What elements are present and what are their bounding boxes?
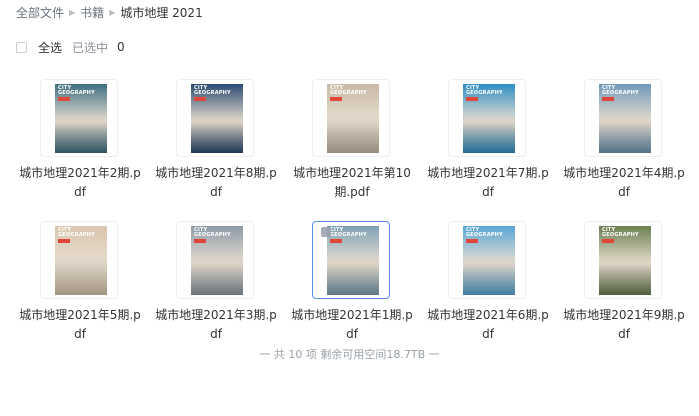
magazine-cover-image: CITY GEOGRAPHY [463, 84, 515, 153]
magazine-cover-image: CITY GEOGRAPHY [599, 84, 651, 153]
file-thumbnail[interactable]: CITY GEOGRAPHY [312, 79, 390, 157]
file-item[interactable]: CITY GEOGRAPHY 城市地理2021年2期.pdf [16, 79, 144, 205]
file-item[interactable]: CITY GEOGRAPHY 城市地理2021年1期.pdf [288, 221, 416, 347]
cover-illustration [327, 257, 379, 295]
file-name[interactable]: 城市地理2021年2期.pdf [16, 164, 144, 202]
cover-illustration [599, 115, 651, 153]
file-name[interactable]: 城市地理2021年6期.pdf [424, 306, 552, 344]
file-item[interactable]: CITY GEOGRAPHY 城市地理2021年3期.pdf [152, 221, 280, 347]
cover-masthead: CITY GEOGRAPHY [466, 85, 503, 96]
file-thumbnail[interactable]: CITY GEOGRAPHY [312, 221, 390, 299]
cover-logo-mark [194, 97, 206, 101]
cover-logo-mark [194, 239, 206, 243]
magazine-cover-image: CITY GEOGRAPHY [463, 226, 515, 295]
magazine-cover-image: CITY GEOGRAPHY [327, 84, 379, 153]
cover-masthead: CITY GEOGRAPHY [602, 227, 639, 238]
file-thumbnail[interactable]: CITY GEOGRAPHY [584, 79, 662, 157]
cover-logo-mark [602, 97, 614, 101]
cover-illustration [55, 257, 107, 295]
file-name[interactable]: 城市地理2021年1期.pdf [288, 306, 416, 344]
cover-logo-mark [58, 239, 70, 243]
cover-logo-mark [466, 239, 478, 243]
cover-masthead: CITY GEOGRAPHY [330, 227, 367, 238]
cover-masthead: CITY GEOGRAPHY [194, 85, 231, 96]
file-thumbnail[interactable]: CITY GEOGRAPHY [176, 79, 254, 157]
cover-logo-mark [330, 97, 342, 101]
file-thumbnail[interactable]: CITY GEOGRAPHY [40, 79, 118, 157]
cover-masthead: CITY GEOGRAPHY [466, 227, 503, 238]
file-name[interactable]: 城市地理2021年7期.pdf [424, 164, 552, 202]
folder-summary: 一 共 10 项 剩余可用空间18.7TB 一 [259, 348, 440, 361]
file-item[interactable]: CITY GEOGRAPHY 城市地理2021年6期.pdf [424, 221, 552, 347]
magazine-cover-image: CITY GEOGRAPHY [55, 226, 107, 295]
cover-illustration [463, 115, 515, 153]
cover-masthead: CITY GEOGRAPHY [330, 85, 367, 96]
file-name[interactable]: 城市地理2021年5期.pdf [16, 306, 144, 344]
file-thumbnail[interactable]: CITY GEOGRAPHY [448, 221, 526, 299]
cover-masthead: CITY GEOGRAPHY [194, 227, 231, 238]
file-item[interactable]: CITY GEOGRAPHY 城市地理2021年8期.pdf [152, 79, 280, 205]
cover-masthead: CITY GEOGRAPHY [58, 227, 95, 238]
file-item[interactable]: CITY GEOGRAPHY 城市地理2021年7期.pdf [424, 79, 552, 205]
cover-logo-mark [602, 239, 614, 243]
magazine-cover-image: CITY GEOGRAPHY [327, 226, 379, 295]
file-thumbnail[interactable]: CITY GEOGRAPHY [448, 79, 526, 157]
magazine-cover-image: CITY GEOGRAPHY [599, 226, 651, 295]
file-thumbnail[interactable]: CITY GEOGRAPHY [584, 221, 662, 299]
file-item[interactable]: CITY GEOGRAPHY 城市地理2021年第10期.pdf [288, 79, 416, 205]
cover-illustration [463, 257, 515, 295]
file-name[interactable]: 城市地理2021年3期.pdf [152, 306, 280, 344]
cover-logo-mark [58, 97, 70, 101]
file-name[interactable]: 城市地理2021年9期.pdf [560, 306, 688, 344]
cover-illustration [191, 115, 243, 153]
file-thumbnail[interactable]: CITY GEOGRAPHY [40, 221, 118, 299]
item-checkbox[interactable] [321, 227, 331, 237]
file-item[interactable]: CITY GEOGRAPHY 城市地理2021年9期.pdf [560, 221, 688, 347]
file-name[interactable]: 城市地理2021年8期.pdf [152, 164, 280, 202]
file-name[interactable]: 城市地理2021年4期.pdf [560, 164, 688, 202]
cover-illustration [55, 115, 107, 153]
cover-logo-mark [330, 239, 342, 243]
file-item[interactable]: CITY GEOGRAPHY 城市地理2021年4期.pdf [560, 79, 688, 205]
magazine-cover-image: CITY GEOGRAPHY [55, 84, 107, 153]
magazine-cover-image: CITY GEOGRAPHY [191, 84, 243, 153]
cover-masthead: CITY GEOGRAPHY [58, 85, 95, 96]
magazine-cover-image: CITY GEOGRAPHY [191, 226, 243, 295]
file-name[interactable]: 城市地理2021年第10期.pdf [288, 164, 416, 202]
cover-illustration [327, 115, 379, 153]
cover-illustration [599, 257, 651, 295]
cover-logo-mark [466, 97, 478, 101]
cover-illustration [191, 257, 243, 295]
file-thumbnail[interactable]: CITY GEOGRAPHY [176, 221, 254, 299]
cover-masthead: CITY GEOGRAPHY [602, 85, 639, 96]
file-item[interactable]: CITY GEOGRAPHY 城市地理2021年5期.pdf [16, 221, 144, 347]
